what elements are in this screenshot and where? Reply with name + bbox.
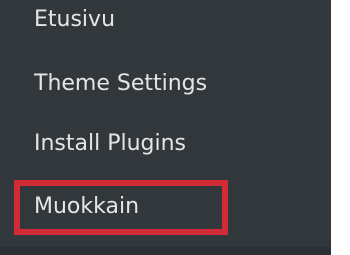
menu-item-muokkain[interactable]: Muokkain — [0, 193, 331, 221]
menu-item-theme-settings[interactable]: Theme Settings — [0, 70, 331, 98]
admin-submenu: Etusivu Theme Settings Install Plugins M… — [0, 0, 331, 255]
menu-item-etusivu[interactable]: Etusivu — [0, 6, 331, 34]
menu-item-install-plugins[interactable]: Install Plugins — [0, 130, 331, 158]
menu-bottom-divider — [0, 247, 331, 255]
